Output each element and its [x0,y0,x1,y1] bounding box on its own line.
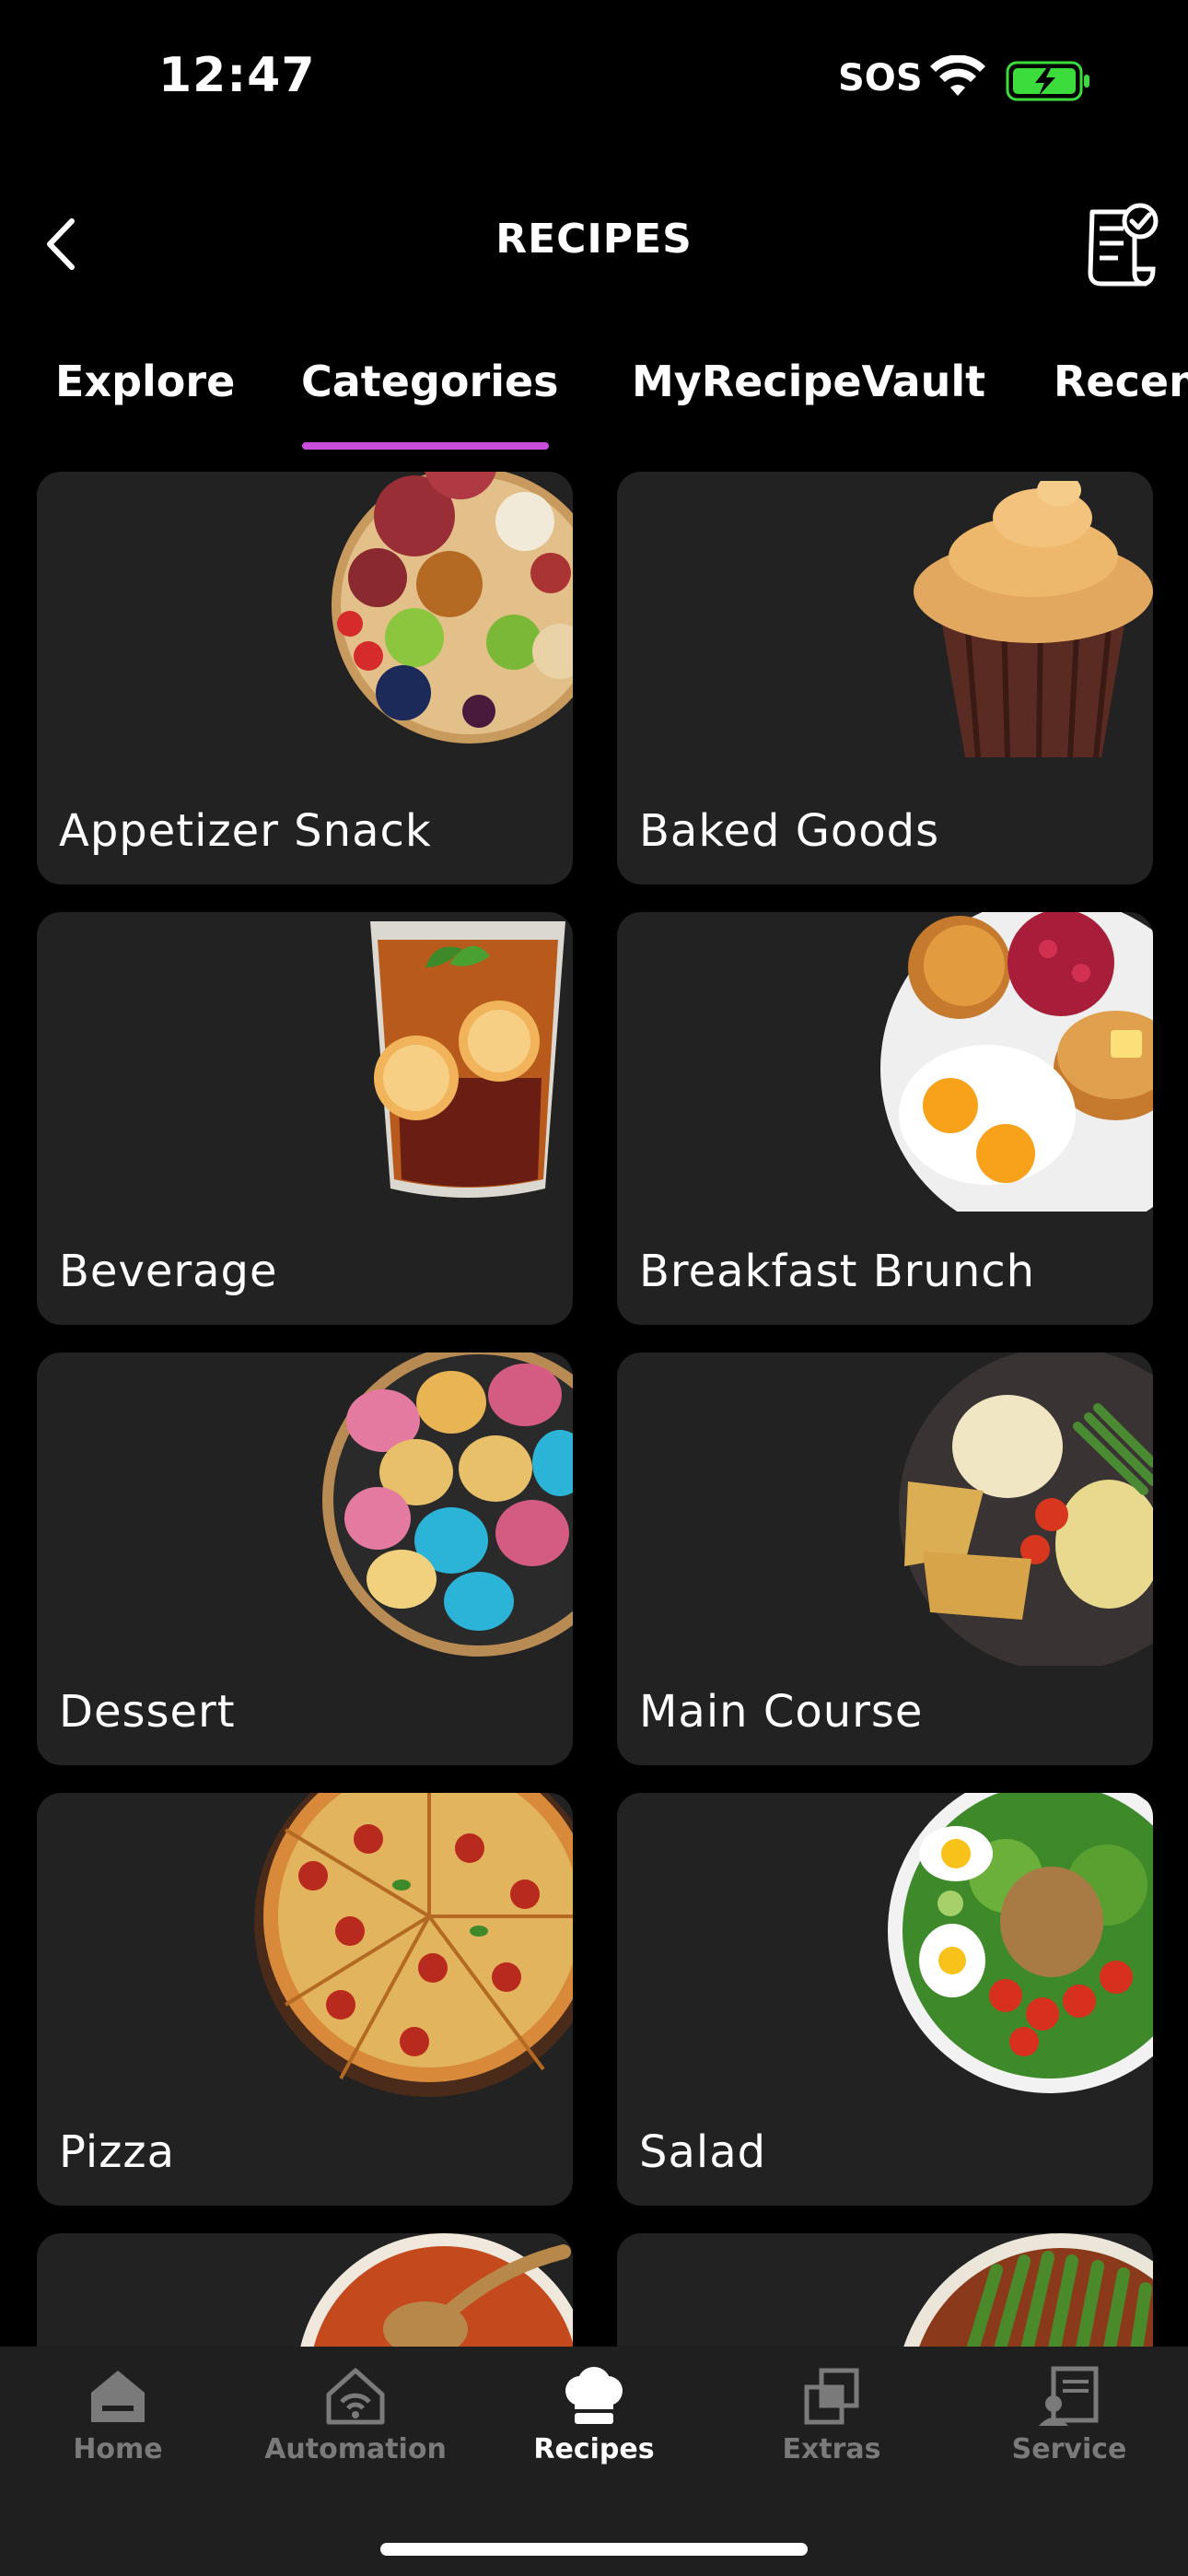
bottom-tab-label: Service [1011,2433,1127,2465]
category-label: Beverage [59,1246,278,1297]
category-label: Pizza [59,2126,176,2178]
service-manual-icon [1039,2366,1099,2426]
home-icon [91,2371,145,2422]
category-card-baked-goods[interactable]: Baked Goods [617,472,1153,884]
asparagus-plate-image [903,2233,1153,2347]
bottom-tab-recipes[interactable]: Recipes [493,2365,695,2465]
status-time: 12:47 [158,48,316,103]
pizza-image [254,1793,573,2097]
category-card-breakfast-brunch[interactable]: Breakfast Brunch [617,912,1153,1325]
bottom-tab-automation[interactable]: Automation [254,2365,457,2465]
soup-bowl-image [300,2233,573,2347]
category-label: Salad [639,2126,767,2178]
salad-bowl-image [888,1793,1153,2093]
category-label: Appetizer Snack [59,805,432,857]
category-label: Breakfast Brunch [639,1246,1036,1297]
breakfast-plate-image [880,912,1153,1212]
cupcake-image [914,481,1153,758]
tab-recent[interactable]: Recent [1054,357,1188,406]
tab-bar: Explore Categories MyRecipeVault Recent [0,345,1188,456]
bottom-tab-label: Extras [782,2433,881,2465]
category-card-salad[interactable]: Salad [617,1793,1153,2206]
active-tab-indicator [302,442,549,450]
bottom-tab-label: Recipes [533,2433,655,2465]
status-bar: 12:47 SOS [0,0,1188,157]
category-card-main-course[interactable]: Main Course [617,1352,1153,1765]
tab-explore[interactable]: Explore [55,357,235,406]
category-card-beverage[interactable]: Beverage [37,912,573,1325]
category-label: Baked Goods [639,805,940,857]
extras-layers-icon [804,2368,859,2425]
bottom-tab-label: Automation [264,2433,447,2465]
page-title: RECIPES [495,216,693,263]
category-grid: Appetizer Snack Baked Goods Beverage Bre… [0,472,1188,2347]
category-card-dessert[interactable]: Dessert [37,1352,573,1765]
battery-charging-icon [1006,61,1089,101]
home-indicator [380,2543,808,2556]
bottom-tab-home[interactable]: Home [17,2365,219,2465]
bottom-tab-label: Home [73,2433,163,2465]
bottom-tab-service[interactable]: Service [968,2365,1171,2465]
tab-categories[interactable]: Categories [301,357,559,406]
main-course-plate-image [899,1352,1153,1666]
category-card-soup[interactable] [37,2233,573,2347]
category-card-appetizer-snack[interactable]: Appetizer Snack [37,472,573,884]
tab-myrecipevault[interactable]: MyRecipeVault [632,357,985,406]
category-card-side[interactable] [617,2233,1153,2347]
bottom-tab-bar: Home Automation Recipes Extras Service [0,2347,1188,2576]
category-label: Main Course [639,1686,924,1738]
chef-hat-icon [565,2367,623,2424]
status-carrier: SOS [838,57,923,100]
macarons-bowl-image [322,1352,573,1657]
category-card-pizza[interactable]: Pizza [37,1793,573,2206]
wifi-icon [930,55,985,96]
navigation-bar: RECIPES [0,184,1188,304]
shopping-list-icon[interactable] [1076,199,1168,291]
bottom-tab-extras[interactable]: Extras [730,2365,933,2465]
iced-tea-glass-image [370,921,565,1198]
category-label: Dessert [59,1686,236,1738]
smart-home-wifi-icon [326,2368,385,2425]
charcuterie-board-image [332,472,573,744]
